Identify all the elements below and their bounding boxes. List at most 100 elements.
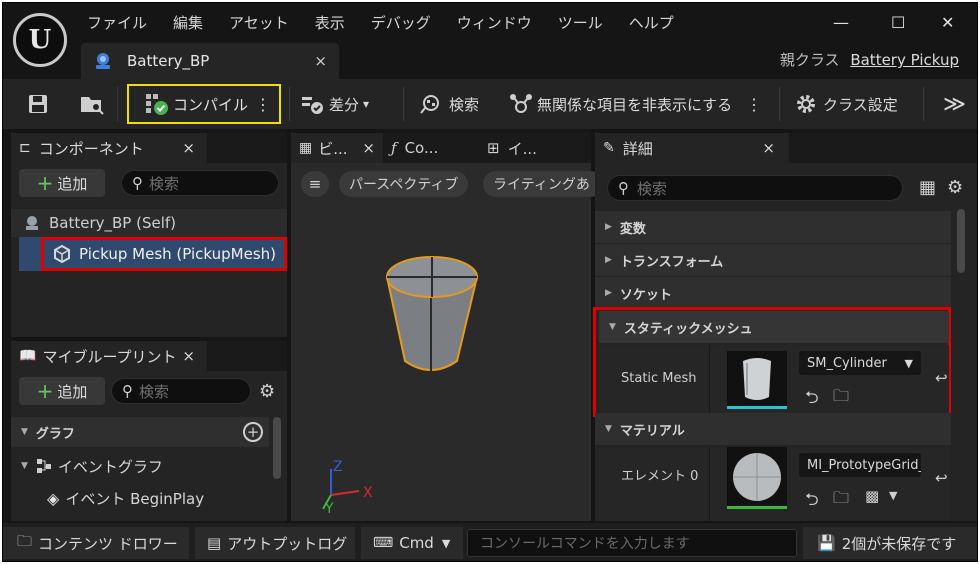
hide-unrelated-button[interactable]: 無関係な項目を非表示にする ⋮	[509, 79, 762, 129]
add-graph-icon[interactable]: +	[243, 422, 263, 442]
tab-event-graph[interactable]: ⊞ イ...	[487, 133, 537, 163]
more-options-icon[interactable]: ⋮	[746, 95, 762, 114]
graph-section-header[interactable]: ▼ グラフ +	[11, 417, 269, 447]
add-component-label: 追加	[57, 174, 88, 193]
menu-window[interactable]: ウィンドウ	[457, 12, 532, 33]
search-icon: ⚲	[122, 382, 133, 400]
compile-button[interactable]: コンパイル ⋮	[127, 84, 281, 124]
settings-gear-icon[interactable]: ⚙	[259, 381, 275, 402]
component-item-pickup-mesh[interactable]: Pickup Mesh (PickupMesh)	[19, 237, 287, 271]
components-close-button[interactable]: ×	[182, 139, 195, 157]
content-drawer-label: コンテンツ ドロワー	[38, 534, 178, 553]
compile-options-icon[interactable]: ⋮	[255, 95, 271, 114]
details-close-button[interactable]: ×	[762, 139, 775, 157]
terminal-icon: ⌨	[373, 535, 394, 551]
static-mesh-value: SM_Cylinder	[807, 355, 887, 371]
menu-help[interactable]: ヘルプ	[629, 12, 674, 33]
tab-battery-bp[interactable]: Battery_BP ×	[81, 43, 339, 79]
components-search-input[interactable]: ⚲ 検索	[121, 170, 279, 196]
browse-asset-button[interactable]	[79, 79, 105, 129]
maximize-button[interactable]: ☐	[891, 13, 905, 32]
details-search-input[interactable]: ⚲ 検索	[607, 175, 903, 201]
minimize-button[interactable]: —	[833, 13, 849, 32]
tab-close-button[interactable]: ×	[314, 52, 327, 70]
my-blueprint-close-button[interactable]: ×	[182, 347, 195, 365]
parent-class-link[interactable]: Battery Pickup	[850, 51, 959, 69]
add-component-button[interactable]: + 追加	[19, 169, 105, 197]
unreal-logo-icon[interactable]: U	[13, 13, 67, 67]
viewport-panel: ▦ ビ... × ƒ Co... ⊞ イ... ≡ パースペクティブ ライティン…	[291, 133, 603, 521]
material-thumbnail[interactable]	[727, 447, 787, 509]
event-begin-play-item[interactable]: ◈ イベント BeginPlay	[47, 485, 204, 511]
output-log-button[interactable]: ▤ アウトプットログ	[195, 527, 355, 559]
tab-construction-script[interactable]: ƒ Co...	[391, 133, 438, 163]
parent-class-label: 親クラス	[779, 51, 840, 69]
section-material[interactable]: ▼ マテリアル	[595, 413, 951, 445]
tab-event-graph-label: イ...	[507, 139, 537, 158]
diff-button[interactable]: 差分 ▾	[301, 79, 369, 129]
collapse-triangle-icon: ▼	[21, 427, 28, 437]
perspective-button[interactable]: パースペクティブ	[339, 171, 469, 197]
my-blueprint-search-input[interactable]: ⚲ 検索	[111, 378, 251, 404]
event-diamond-icon: ◈	[47, 488, 60, 508]
static-mesh-row: Static Mesh SM_Cylinder ▼ ⮌ 🗀 ↩	[599, 345, 949, 413]
browse-folder-icon[interactable]: 🗀	[833, 487, 849, 514]
unsaved-assets-button[interactable]: 💾 2個が未保存です	[803, 527, 977, 559]
content-drawer-button[interactable]: 🗀 コンテンツ ドロワー	[3, 527, 189, 559]
expand-triangle-icon: ▶	[605, 255, 612, 265]
menu-asset[interactable]: アセット	[229, 12, 289, 33]
viewport-options-button[interactable]: ≡	[301, 171, 329, 197]
menu-view[interactable]: 表示	[315, 12, 345, 33]
collapse-triangle-icon: ▼	[609, 322, 616, 332]
menu-edit[interactable]: 編集	[173, 12, 203, 33]
book-icon: 📖	[19, 348, 37, 364]
section-sockets[interactable]: ▶ ソケット	[595, 277, 951, 309]
scrollbar-thumb[interactable]	[273, 417, 281, 479]
static-mesh-select[interactable]: SM_Cylinder ▼	[799, 351, 921, 375]
use-selected-asset-icon[interactable]: ⮌	[805, 487, 819, 516]
tab-viewport-close[interactable]: ×	[362, 139, 375, 157]
lighting-mode-button[interactable]: ライティングあ	[483, 171, 603, 197]
use-selected-asset-icon[interactable]: ⮌	[805, 385, 819, 414]
console-command-input[interactable]: コンソールコマンドを入力します	[467, 529, 797, 557]
unsaved-save-icon: 💾	[817, 534, 836, 552]
static-mesh-thumbnail[interactable]	[727, 351, 787, 409]
menu-tools[interactable]: ツール	[558, 12, 603, 33]
browse-folder-icon[interactable]: 🗀	[833, 385, 849, 412]
reset-to-default-icon[interactable]: ↩	[935, 469, 948, 487]
save-button[interactable]	[27, 79, 49, 129]
event-graph-label: イベントグラフ	[57, 457, 163, 476]
section-variables[interactable]: ▶ 変数	[595, 211, 951, 243]
close-window-button[interactable]: ✕	[941, 13, 954, 32]
graph-nodes-icon: ⊞	[487, 139, 500, 157]
reset-to-default-icon[interactable]: ↩	[935, 369, 948, 387]
tab-viewport[interactable]: ▦ ビ... ×	[291, 133, 383, 163]
event-graph-item[interactable]: ▼ イベントグラフ	[11, 453, 163, 479]
my-blueprint-tab[interactable]: 📖 マイブループリント ×	[11, 341, 207, 371]
components-panel: ⊏ コンポーネント × + 追加 ⚲ 検索 Battery_BP (Self) …	[11, 133, 287, 337]
components-tab[interactable]: ⊏ コンポーネント ×	[11, 133, 207, 163]
chevron-down-icon[interactable]: ▼	[889, 489, 897, 502]
menu-debug[interactable]: デバッグ	[371, 12, 431, 33]
section-static-mesh[interactable]: ▼ スタティックメッシュ	[599, 311, 949, 343]
expand-triangle-icon: ▶	[605, 288, 612, 298]
section-sockets-label: ソケット	[619, 287, 672, 303]
section-transform[interactable]: ▶ トランスフォーム	[595, 244, 951, 276]
cmd-label: Cmd	[399, 534, 434, 552]
material-select[interactable]: MI_PrototypeGrid_Gr	[799, 453, 921, 477]
menu-file[interactable]: ファイル	[87, 12, 147, 33]
details-tab[interactable]: ✎ 詳細 ×	[595, 133, 789, 163]
class-settings-button[interactable]: クラス設定	[795, 79, 898, 129]
unreal-blueprint-editor: U ファイル 編集 アセット 表示 デバッグ ウィンドウ ツール ヘルプ — ☐…	[2, 2, 978, 562]
cmd-selector[interactable]: ⌨ Cmd ▼	[361, 527, 463, 559]
checker-icon[interactable]: ▩	[865, 487, 879, 505]
component-item-self[interactable]: Battery_BP (Self)	[11, 209, 287, 237]
cylinder-mesh-preview[interactable]	[371, 243, 511, 383]
actor-icon	[26, 216, 38, 230]
find-button[interactable]: 検索	[419, 79, 479, 129]
settings-gear-icon[interactable]: ⚙	[947, 177, 963, 198]
details-scrollbar-thumb[interactable]	[957, 209, 965, 273]
add-variable-button[interactable]: + 追加	[19, 377, 105, 405]
toolbar-overflow-button[interactable]: ≫	[943, 79, 966, 129]
property-matrix-icon[interactable]: ▦	[919, 177, 936, 198]
